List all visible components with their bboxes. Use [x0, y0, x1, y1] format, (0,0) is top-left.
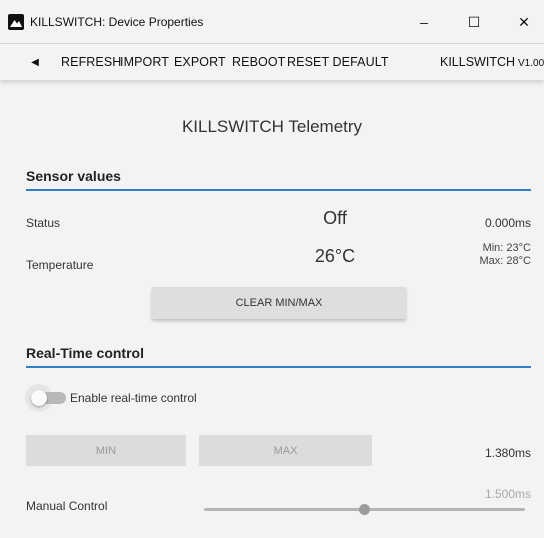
status-value: Off	[323, 208, 347, 228]
reset-default-button[interactable]: RESET DEFAULT	[287, 54, 389, 70]
status-label: Status	[26, 216, 61, 230]
window-title: KILLSWITCH: Device Properties	[30, 15, 204, 29]
realtime-toggle-label[interactable]: Enable real-time control	[70, 390, 197, 406]
minimize-icon[interactable]: –	[404, 8, 444, 36]
back-arrow-icon[interactable]: ◀	[28, 54, 42, 70]
import-button[interactable]: IMPORT	[120, 54, 169, 70]
temperature-min: Min: 23°C	[482, 242, 531, 254]
maximize-icon[interactable]: ☐	[454, 8, 494, 36]
manual-control-label: Manual Control	[26, 499, 108, 513]
temperature-minmax: Min: 23°C Max: 28°C	[480, 242, 531, 268]
brand-name: KILLSWITCH	[440, 55, 516, 69]
brand-version-label: KILLSWITCH V1.00	[440, 54, 544, 72]
manual-slider-value: 1.500ms	[484, 487, 531, 501]
sensor-section-divider	[26, 189, 531, 191]
refresh-button[interactable]: REFRESH	[61, 54, 121, 70]
max-button[interactable]: MAX	[199, 435, 372, 466]
slider-thumb[interactable]	[359, 504, 370, 515]
close-icon[interactable]: ✕	[504, 8, 544, 36]
export-button[interactable]: EXPORT	[174, 54, 226, 70]
version-label: V1.00	[518, 58, 544, 69]
min-button[interactable]: MIN	[26, 435, 186, 466]
temperature-value: 26°C	[314, 246, 356, 266]
clear-minmax-button[interactable]: CLEAR MIN/MAX	[152, 287, 406, 319]
realtime-time-value: 1.380ms	[484, 446, 531, 460]
temperature-label: Temperature	[26, 258, 94, 272]
page-title: KILLSWITCH Telemetry	[181, 117, 363, 136]
window-titlebar: KILLSWITCH: Device Properties – ☐ ✕	[0, 0, 544, 44]
status-time: 0.000ms	[484, 216, 531, 230]
sensor-values-heading: Sensor values	[26, 168, 121, 184]
mountain-logo-icon	[8, 14, 24, 30]
toolbar: ◀ REFRESH IMPORT EXPORT REBOOT RESET DEF…	[0, 44, 544, 80]
temperature-max: Max: 28°C	[479, 255, 531, 267]
reboot-button[interactable]: REBOOT	[232, 54, 285, 70]
realtime-section-divider	[26, 366, 531, 368]
realtime-control-heading: Real-Time control	[26, 345, 144, 361]
toggle-thumb[interactable]	[31, 390, 47, 406]
